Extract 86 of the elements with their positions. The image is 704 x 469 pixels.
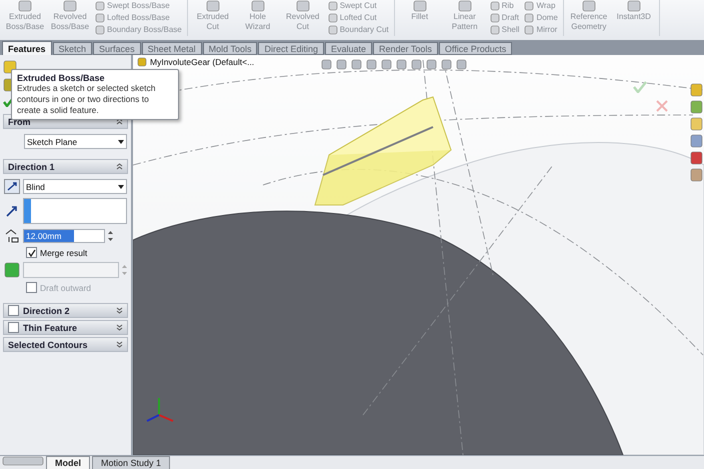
ribbon-button[interactable]: Swept Boss/Base xyxy=(93,0,184,11)
bottom-tab[interactable]: Motion Study 1 xyxy=(92,456,170,469)
command-tab[interactable]: Mold Tools xyxy=(202,42,258,55)
ribbon-button[interactable]: Boundary Boss/Base xyxy=(93,24,184,35)
collapse-chevron-icon[interactable] xyxy=(116,163,123,170)
section-title: Thin Feature xyxy=(23,322,78,332)
end-condition-dropdown[interactable]: Blind xyxy=(23,179,127,194)
tool-icon xyxy=(328,12,338,22)
checkbox[interactable] xyxy=(26,247,37,258)
ribbon-button[interactable]: Dome xyxy=(522,12,560,23)
tool-icon xyxy=(524,12,534,22)
tool-icon xyxy=(63,0,77,12)
command-tab[interactable]: Direct Editing xyxy=(258,42,324,55)
ribbon-button[interactable]: Swept Cut xyxy=(326,0,391,11)
collapse-chevron-icon[interactable] xyxy=(116,118,123,125)
spinner-icon xyxy=(108,228,113,242)
selection-list[interactable] xyxy=(23,198,127,224)
tooltip-title: Extruded Boss/Base xyxy=(17,73,106,83)
ribbon-button[interactable]: Linear Pattern xyxy=(442,0,487,36)
start-dropdown[interactable]: Sketch Plane xyxy=(24,134,127,149)
depth-icon xyxy=(4,228,20,243)
section-title: Direction 2 xyxy=(23,306,71,316)
checkbox[interactable] xyxy=(8,322,19,333)
tool-icon xyxy=(524,24,534,34)
ribbon-button[interactable]: Lofted Cut xyxy=(326,12,391,23)
expand-chevron-icon[interactable] xyxy=(116,324,123,331)
tool-icon xyxy=(626,0,641,12)
tool-icon xyxy=(582,0,596,12)
command-tab[interactable]: Evaluate xyxy=(325,42,372,55)
tool-icon xyxy=(296,0,310,12)
tool-icon xyxy=(206,0,220,12)
tooltip-text: Extrudes a sketch or selected sketch contours in one or two directions to create a solid feature. xyxy=(17,83,156,116)
section-header[interactable]: Direction 1 xyxy=(3,159,128,174)
selection-field[interactable] xyxy=(23,262,119,278)
ribbon-button[interactable]: Boundary Cut xyxy=(326,24,391,35)
command-tab[interactable]: Sheet Metal xyxy=(142,42,202,55)
tool-icon xyxy=(458,0,472,12)
ribbon-button[interactable]: Draft xyxy=(488,12,522,23)
section-header[interactable]: Selected Contours xyxy=(3,337,128,352)
checkbox[interactable] xyxy=(8,305,19,316)
ribbon-button[interactable]: Reference Geometry xyxy=(566,0,611,36)
checkbox-label: Draft outward xyxy=(40,282,92,292)
depth-input[interactable]: 12.00mm xyxy=(23,228,105,242)
expand-chevron-icon[interactable] xyxy=(116,307,123,314)
spinner-icon xyxy=(122,263,127,277)
ok-check-icon xyxy=(633,81,647,93)
tool-icon xyxy=(490,24,500,34)
bottom-tab[interactable]: Model xyxy=(46,456,90,469)
ribbon-button[interactable]: Extruded Boss/Base xyxy=(3,0,47,36)
section-title: Selected Contours xyxy=(8,340,89,350)
tool-icon xyxy=(328,24,338,34)
ribbon-button[interactable]: Mirror xyxy=(522,24,560,35)
tool-icon xyxy=(524,0,534,10)
ribbon-button[interactable]: Revolved Cut xyxy=(280,0,325,36)
section-title: From xyxy=(8,116,32,126)
section-header[interactable]: Thin Feature xyxy=(3,320,128,335)
dropdown-caret-icon[interactable] xyxy=(118,184,124,188)
command-tab[interactable]: Surfaces xyxy=(93,42,141,55)
checkbox-label: Merge result xyxy=(40,248,88,258)
reverse-direction-icon xyxy=(4,179,20,194)
section-header[interactable]: Direction 2 xyxy=(3,303,128,318)
tool-icon xyxy=(490,12,500,22)
ribbon-button[interactable]: Extruded Cut xyxy=(190,0,235,36)
dropdown-caret-icon[interactable] xyxy=(118,140,124,144)
ribbon-button[interactable]: Revolved Boss/Base xyxy=(48,0,92,36)
arrow-icon xyxy=(4,204,20,218)
cancel-icon xyxy=(656,100,668,112)
ribbon-button[interactable]: Fillet xyxy=(398,0,442,36)
ribbon-button[interactable]: Wrap xyxy=(522,0,560,11)
tool-icon xyxy=(490,0,500,10)
ribbon-button[interactable]: Instant3D xyxy=(612,0,656,36)
triad-axes-icon xyxy=(146,398,174,422)
tool-icon xyxy=(328,0,338,10)
ribbon-button[interactable]: Rib xyxy=(488,0,522,11)
command-tab[interactable]: Features xyxy=(2,41,52,55)
tool-icon xyxy=(250,0,265,12)
ribbon-button[interactable]: Lofted Boss/Base xyxy=(93,12,184,23)
command-tab[interactable]: Render Tools xyxy=(373,42,438,55)
ribbon-button[interactable]: Hole Wizard xyxy=(236,0,280,36)
command-tab[interactable]: Office Products xyxy=(438,42,512,55)
tool-icon xyxy=(412,0,427,12)
section-title: Direction 1 xyxy=(8,162,56,172)
command-tab[interactable]: Sketch xyxy=(52,42,92,55)
tool-icon xyxy=(18,0,32,12)
ribbon-button[interactable]: Shell xyxy=(488,24,522,35)
expand-chevron-icon[interactable] xyxy=(116,341,123,348)
